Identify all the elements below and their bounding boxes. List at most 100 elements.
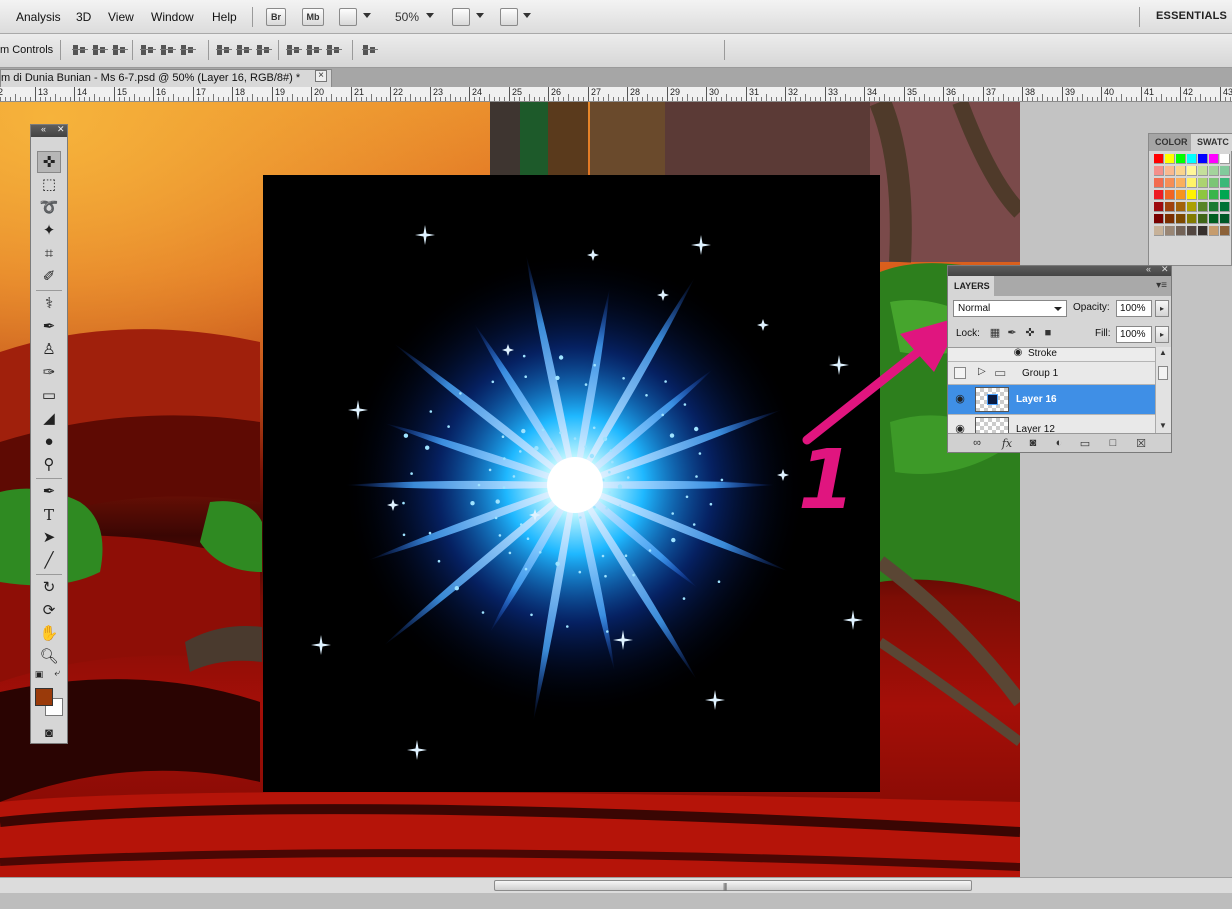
color-swatch[interactable] <box>1187 214 1197 224</box>
menu-3d[interactable]: 3D <box>76 10 91 24</box>
line-tool-icon[interactable]: ╱ <box>37 550 61 572</box>
color-swatch[interactable] <box>1209 154 1219 164</box>
hand-tool-icon[interactable]: ✋ <box>37 623 61 645</box>
quick-selection-tool-icon[interactable]: ✦ <box>37 220 61 242</box>
color-swatch[interactable] <box>1187 190 1197 200</box>
tab-swatches[interactable]: SWATC <box>1191 134 1232 151</box>
color-swatch[interactable] <box>1176 226 1186 236</box>
layer-row[interactable]: ◉ Layer 12 <box>948 415 1155 433</box>
effect-eye-icon[interactable]: ◉ <box>1010 348 1026 363</box>
color-swatch[interactable] <box>1209 166 1219 176</box>
document-tab[interactable]: m di Dunia Bunian - Ms 6-7.psd @ 50% (La… <box>0 69 332 87</box>
color-swatch[interactable] <box>1220 154 1230 164</box>
tab-color[interactable]: COLOR <box>1149 134 1191 151</box>
close-tab-icon[interactable]: × <box>315 70 327 82</box>
align-distribute-icon[interactable] <box>180 43 196 57</box>
color-swatch[interactable] <box>1154 154 1164 164</box>
color-swatch[interactable] <box>1187 178 1197 188</box>
color-swatch[interactable] <box>1198 178 1208 188</box>
color-swatch[interactable] <box>1176 154 1186 164</box>
swap-colors-icon[interactable]: ⤶ <box>51 668 63 680</box>
scrollbar-thumb[interactable] <box>1158 366 1168 380</box>
fill-slider-button[interactable]: ▸ <box>1155 326 1169 343</box>
crop-tool-icon[interactable]: ⌗ <box>37 243 61 265</box>
lock-transparency-icon[interactable]: ▦ <box>989 327 1001 339</box>
collapse-icon[interactable]: « <box>41 124 46 134</box>
color-swatch[interactable] <box>1154 226 1164 236</box>
color-swatch[interactable] <box>1209 202 1219 212</box>
color-swatch[interactable] <box>1198 226 1208 236</box>
eye-icon[interactable]: ◉ <box>952 392 968 408</box>
color-swatch[interactable] <box>1209 190 1219 200</box>
panel-menu-icon[interactable]: ▾≡ <box>1156 280 1167 291</box>
color-swatch[interactable] <box>1198 154 1208 164</box>
layer-style-icon[interactable]: fx <box>1000 437 1014 450</box>
fill-field[interactable]: 100% <box>1116 326 1152 343</box>
pen-tool-icon[interactable]: ✒ <box>37 481 61 503</box>
color-swatch[interactable] <box>1154 202 1164 212</box>
color-swatch[interactable] <box>1198 214 1208 224</box>
color-swatch[interactable] <box>1165 190 1175 200</box>
opacity-slider-button[interactable]: ▸ <box>1155 300 1169 317</box>
lock-all-icon[interactable]: ■ <box>1042 327 1054 339</box>
blend-mode-select[interactable]: Normal <box>953 300 1067 317</box>
arrange-documents-icon[interactable] <box>452 8 470 26</box>
layers-panel-titlebar[interactable]: « ✕ <box>948 264 1171 276</box>
blur-tool-icon[interactable]: ● <box>37 431 61 453</box>
align-distribute-icon[interactable] <box>326 43 342 57</box>
trash-icon[interactable]: ☒ <box>1134 437 1148 450</box>
color-swatch[interactable] <box>1154 190 1164 200</box>
opacity-field[interactable]: 100% <box>1116 300 1152 317</box>
tab-layers[interactable]: LAYERS <box>948 276 994 296</box>
scrollbar-thumb[interactable]: ||| <box>494 880 972 891</box>
healing-brush-tool-icon[interactable]: ⚕ <box>37 293 61 315</box>
add-mask-icon[interactable]: ◙ <box>1026 437 1040 449</box>
lock-position-icon[interactable]: ✜ <box>1024 327 1036 339</box>
clone-stamp-tool-icon[interactable]: ♙ <box>37 339 61 361</box>
align-distribute-icon[interactable] <box>286 43 302 57</box>
layer-row-group[interactable]: ▷ ▭ Group 1 <box>948 362 1155 385</box>
align-distribute-icon[interactable] <box>72 43 88 57</box>
align-distribute-icon[interactable] <box>256 43 272 57</box>
align-distribute-icon[interactable] <box>236 43 252 57</box>
zoom-dropdown-icon[interactable] <box>426 13 434 18</box>
link-layers-icon[interactable]: ∞ <box>970 437 984 449</box>
align-distribute-icon[interactable] <box>140 43 156 57</box>
color-swatch[interactable] <box>1209 214 1219 224</box>
align-distribute-icon[interactable] <box>216 43 232 57</box>
color-swatch[interactable] <box>1198 190 1208 200</box>
lasso-tool-icon[interactable]: ➰ <box>37 197 61 219</box>
menu-analysis[interactable]: Analysis <box>16 10 61 24</box>
color-swatch[interactable] <box>1165 166 1175 176</box>
quick-mask-icon[interactable]: ◙ <box>37 722 61 744</box>
firework-layer-image[interactable] <box>263 175 880 792</box>
color-swatch[interactable] <box>1198 202 1208 212</box>
color-swatch[interactable] <box>1154 166 1164 176</box>
color-swatch[interactable] <box>1220 178 1230 188</box>
color-swatch[interactable] <box>1187 166 1197 176</box>
eyedropper-tool-icon[interactable]: ✐ <box>37 266 61 288</box>
foreground-color-swatch[interactable] <box>35 688 53 706</box>
color-swatch[interactable] <box>1187 226 1197 236</box>
transform-controls-label[interactable]: m Controls <box>0 44 53 56</box>
scroll-up-icon[interactable]: ▲ <box>1159 348 1167 357</box>
new-layer-icon[interactable]: □ <box>1106 437 1120 449</box>
type-tool-icon[interactable]: T <box>37 504 61 526</box>
expand-triangle-icon[interactable]: ▷ <box>978 366 986 377</box>
color-swatch[interactable] <box>1176 166 1186 176</box>
color-swatch[interactable] <box>1209 226 1219 236</box>
color-swatch[interactable] <box>1176 190 1186 200</box>
menu-window[interactable]: Window <box>151 10 194 24</box>
align-distribute-icon[interactable] <box>362 43 378 57</box>
menu-view[interactable]: View <box>108 10 134 24</box>
color-swatch[interactable] <box>1154 214 1164 224</box>
color-swatch[interactable] <box>1220 226 1230 236</box>
paint-bucket-tool-icon[interactable]: ◢ <box>37 408 61 430</box>
history-brush-tool-icon[interactable]: ✑ <box>37 362 61 384</box>
brush-tool-icon[interactable]: ✒ <box>37 316 61 338</box>
zoom-tool-icon[interactable]: 🔍︎ <box>37 646 61 668</box>
color-swatch[interactable] <box>1176 202 1186 212</box>
adjustment-layer-icon[interactable]: ◐ <box>1052 437 1066 449</box>
default-colors-icon[interactable]: ▣ <box>33 668 45 680</box>
mini-bridge-button[interactable]: Mb <box>302 8 324 26</box>
